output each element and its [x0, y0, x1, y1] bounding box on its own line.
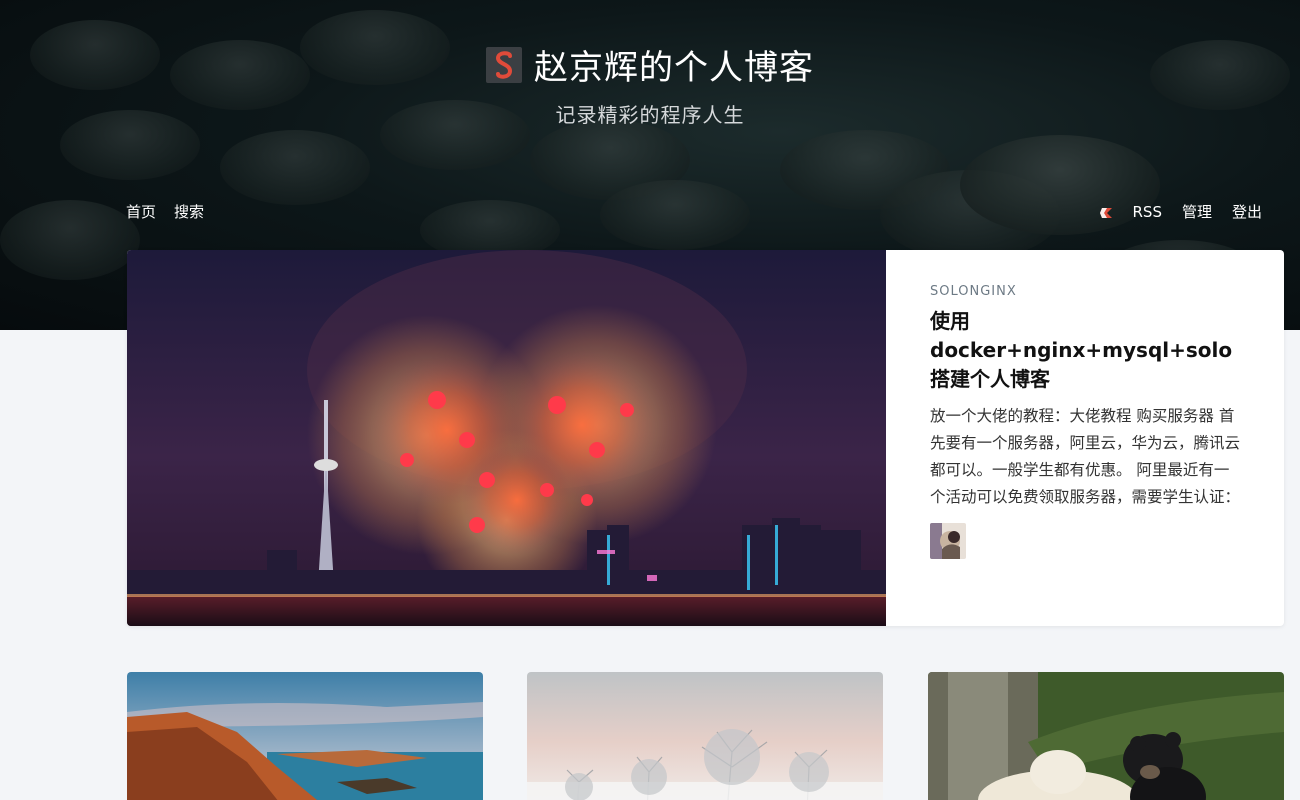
nav-logout-link[interactable]: 登出	[1232, 201, 1262, 222]
article-card[interactable]	[127, 672, 483, 800]
featured-article-excerpt: 放一个大佬的教程：大佬教程 购买服务器 首先要有一个服务器，阿里云，华为云，腾讯…	[930, 407, 1241, 506]
brand-block: 赵京辉的个人博客 记录精彩的程序人生	[0, 40, 1300, 128]
nav-right: RSS 管理 登出	[1099, 201, 1262, 222]
nav-rss-link[interactable]: RSS	[1133, 203, 1162, 221]
featured-article-card[interactable]: SOLONGINX 使用docker+nginx+mysql+solo搭建个人博…	[127, 250, 1284, 626]
nav-left: 首页 搜索	[126, 201, 204, 222]
article-card-image[interactable]	[928, 672, 1284, 800]
nav-home-link[interactable]: 首页	[126, 201, 156, 222]
featured-article-image[interactable]	[127, 250, 886, 626]
featured-article-tag[interactable]: SOLONGINX	[930, 284, 1240, 299]
bg-key-shape	[0, 200, 140, 280]
nav-admin-link[interactable]: 管理	[1182, 201, 1212, 222]
solo-mark-icon[interactable]	[1099, 205, 1113, 219]
site-title[interactable]: 赵京辉的个人博客	[534, 40, 814, 89]
bg-key-shape	[600, 180, 750, 250]
nav-search-link[interactable]: 搜索	[174, 201, 204, 222]
article-card-image[interactable]	[527, 672, 883, 800]
author-avatar[interactable]	[930, 523, 966, 559]
featured-article-body: SOLONGINX 使用docker+nginx+mysql+solo搭建个人博…	[886, 250, 1284, 626]
solo-logo-icon[interactable]	[486, 46, 522, 83]
article-card[interactable]	[527, 672, 883, 800]
article-card[interactable]	[928, 672, 1284, 800]
article-card-image[interactable]	[127, 672, 483, 800]
bg-key-shape	[220, 130, 370, 205]
featured-article-title[interactable]: 使用docker+nginx+mysql+solo搭建个人博客	[930, 307, 1240, 394]
site-subtitle: 记录精彩的程序人生	[555, 103, 745, 127]
